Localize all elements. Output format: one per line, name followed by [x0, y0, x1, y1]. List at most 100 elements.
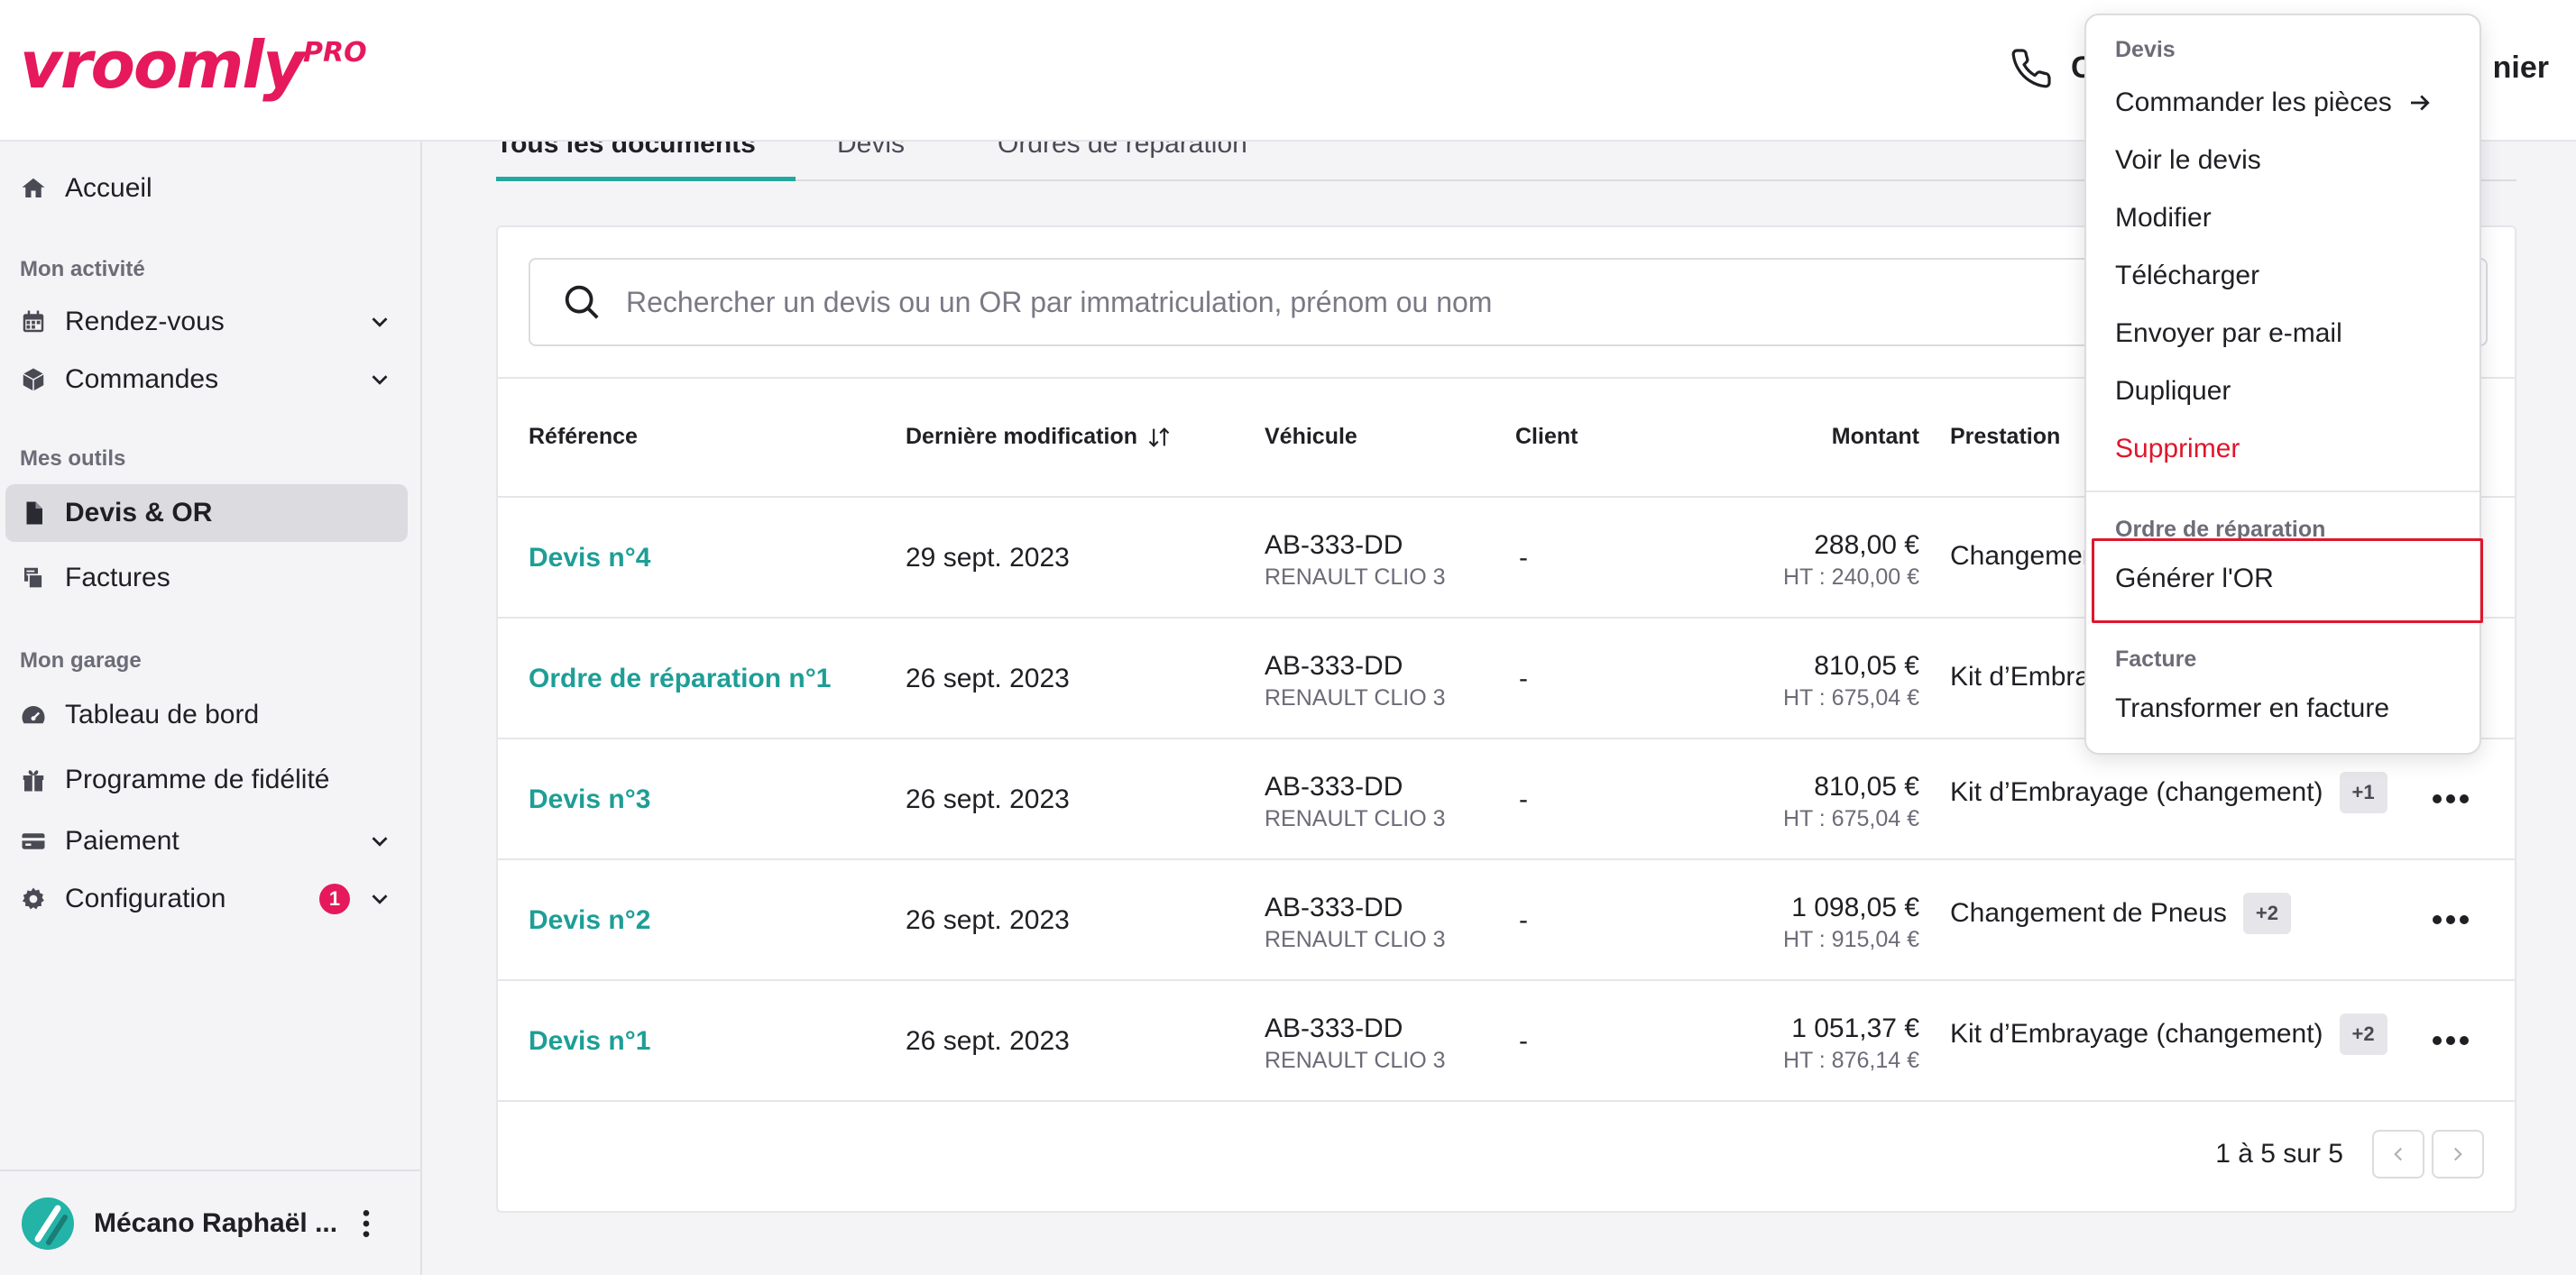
chevron-right-icon — [2453, 1147, 2462, 1161]
menu-item-download[interactable]: Télécharger — [2115, 261, 2458, 291]
menu-item-to-invoice[interactable]: Transformer en facture — [2115, 693, 2458, 724]
chevron-down-icon[interactable] — [366, 885, 393, 913]
table-row[interactable]: Devis n°2 26 sept. 2023 AB-333-DD RENAUL… — [498, 860, 2515, 981]
sidebar-item-quotes[interactable]: Devis & OR — [5, 484, 408, 542]
chevron-down-icon[interactable] — [366, 366, 393, 393]
tab-all-documents[interactable]: Tous les documents — [496, 142, 796, 181]
date-cell: 29 sept. 2023 — [906, 543, 1070, 573]
sidebar-item-appointments[interactable]: Rendez-vous — [5, 293, 408, 351]
sidebar-item-label: Commandes — [65, 364, 219, 394]
gear-icon — [20, 885, 47, 913]
amount-ht-cell: HT : 915,04 € — [1782, 927, 1919, 952]
menu-item-delete[interactable]: Supprimer — [2115, 434, 2458, 464]
plate-cell: AB-333-DD — [1265, 772, 1403, 802]
menu-item-view-quote[interactable]: Voir le devis — [2115, 145, 2458, 176]
reference-link[interactable]: Devis n°4 — [529, 543, 650, 573]
more-horizontal-icon[interactable] — [2428, 911, 2473, 929]
more-services-badge[interactable]: +1 — [2339, 772, 2387, 813]
sidebar-item-payment[interactable]: Paiement — [5, 812, 408, 870]
calendar-icon — [20, 308, 47, 335]
more-horizontal-icon[interactable] — [2428, 790, 2473, 808]
date-cell: 26 sept. 2023 — [906, 664, 1070, 693]
menu-item-send-email[interactable]: Envoyer par e-mail — [2115, 318, 2458, 349]
sidebar-item-invoices[interactable]: Factures — [5, 549, 408, 607]
chevron-down-icon[interactable] — [366, 308, 393, 335]
amount-cell: 288,00 € — [1814, 530, 1919, 560]
more-horizontal-icon[interactable] — [2428, 1032, 2473, 1050]
model-cell: RENAULT CLIO 3 — [1265, 1048, 1446, 1073]
home-icon — [20, 175, 47, 202]
box-icon — [20, 366, 47, 393]
reference-link[interactable]: Devis n°1 — [529, 1026, 650, 1057]
date-cell: 26 sept. 2023 — [906, 1026, 1070, 1056]
sidebar-item-configuration[interactable]: Configuration 1 — [5, 870, 408, 928]
client-cell: - — [1519, 784, 1528, 814]
tab-label: Tous les documents — [496, 142, 756, 159]
phone-icon[interactable] — [2010, 47, 2053, 90]
pagination: 1 à 5 sur 5 — [2215, 1130, 2484, 1179]
header-user-text[interactable]: nier — [2493, 50, 2549, 86]
service-cell: Changement de Pneus +2 — [1950, 893, 2291, 934]
reference-link[interactable]: Devis n°3 — [529, 784, 650, 815]
date-cell: 26 sept. 2023 — [906, 784, 1070, 814]
tab-label: Ordres de réparation — [998, 142, 1247, 159]
sidebar-item-label: Factures — [65, 563, 170, 592]
more-vertical-icon[interactable] — [348, 1206, 384, 1242]
arrow-right-icon — [2410, 95, 2430, 111]
menu-section-invoice: Facture — [2115, 647, 2197, 672]
sidebar-item-label: Paiement — [65, 826, 179, 856]
menu-divider — [2086, 491, 2479, 492]
more-services-badge[interactable]: +2 — [2242, 893, 2291, 934]
chevron-down-icon[interactable] — [366, 828, 393, 855]
column-reference[interactable]: Référence — [529, 424, 638, 450]
service-cell: Kit d’Embrayage (changement) +2 — [1950, 1014, 2387, 1055]
sort-icon[interactable] — [1146, 425, 1172, 450]
model-cell: RENAULT CLIO 3 — [1265, 927, 1446, 952]
column-amount[interactable]: Montant — [1703, 424, 1919, 450]
model-cell: RENAULT CLIO 3 — [1265, 685, 1446, 711]
column-client[interactable]: Client — [1515, 424, 1578, 450]
amount-cell: 1 051,37 € — [1791, 1014, 1919, 1043]
table-row[interactable]: Devis n°1 26 sept. 2023 AB-333-DD RENAUL… — [498, 981, 2515, 1102]
sidebar-item-dashboard[interactable]: Tableau de bord — [5, 686, 408, 744]
sidebar-item-label: Tableau de bord — [65, 700, 260, 729]
section-my-activity: Mon activité — [20, 257, 145, 281]
amount-cell: 810,05 € — [1814, 651, 1919, 681]
sidebar-item-orders[interactable]: Commandes — [5, 351, 408, 408]
menu-item-generate-or[interactable]: Générer l'OR — [2115, 564, 2458, 594]
table-row[interactable]: Devis n°3 26 sept. 2023 AB-333-DD RENAUL… — [498, 739, 2515, 860]
amount-ht-cell: HT : 876,14 € — [1782, 1048, 1919, 1073]
client-cell: - — [1519, 905, 1528, 935]
sidebar-item-home[interactable]: Accueil — [5, 160, 408, 217]
vroomly-logo[interactable]: vroomlyPRO — [20, 27, 367, 103]
section-my-tools: Mes outils — [20, 446, 126, 471]
logo-text: vroomly — [20, 27, 305, 103]
column-service[interactable]: Prestation — [1950, 424, 2060, 450]
plate-cell: AB-333-DD — [1265, 530, 1403, 560]
avatar — [22, 1197, 74, 1250]
service-cell: Kit d’Embrayage (changement) +1 — [1950, 772, 2387, 813]
menu-item-duplicate[interactable]: Dupliquer — [2115, 376, 2458, 407]
previous-page-button[interactable] — [2372, 1130, 2424, 1179]
reference-link[interactable]: Devis n°2 — [529, 905, 650, 936]
date-cell: 26 sept. 2023 — [906, 905, 1070, 935]
sidebar-item-label: Rendez-vous — [65, 307, 225, 336]
column-last-modified[interactable]: Dernière modification — [906, 424, 1172, 450]
user-profile[interactable]: Mécano Raphaël ... — [0, 1170, 420, 1275]
tab-quotes[interactable]: Devis — [837, 142, 936, 181]
column-vehicle[interactable]: Véhicule — [1265, 424, 1357, 450]
sidebar-item-label: Devis & OR — [65, 498, 213, 527]
sidebar-item-loyalty[interactable]: Programme de fidélité — [5, 751, 408, 809]
plate-cell: AB-333-DD — [1265, 651, 1403, 681]
menu-section-quote: Devis — [2115, 37, 2176, 62]
menu-item-order-parts[interactable]: Commander les pièces — [2115, 87, 2458, 118]
service-label: Kit d’Embrayage (changement) — [1950, 777, 2323, 807]
tab-repair-orders[interactable]: Ordres de réparation — [998, 142, 1322, 181]
sidebar-item-label: Configuration — [65, 884, 226, 913]
menu-item-edit[interactable]: Modifier — [2115, 203, 2458, 234]
search-icon — [565, 285, 599, 319]
reference-link[interactable]: Ordre de réparation n°1 — [529, 664, 831, 694]
more-services-badge[interactable]: +2 — [2339, 1014, 2387, 1055]
next-page-button[interactable] — [2432, 1130, 2484, 1179]
pagination-text: 1 à 5 sur 5 — [2215, 1139, 2343, 1169]
